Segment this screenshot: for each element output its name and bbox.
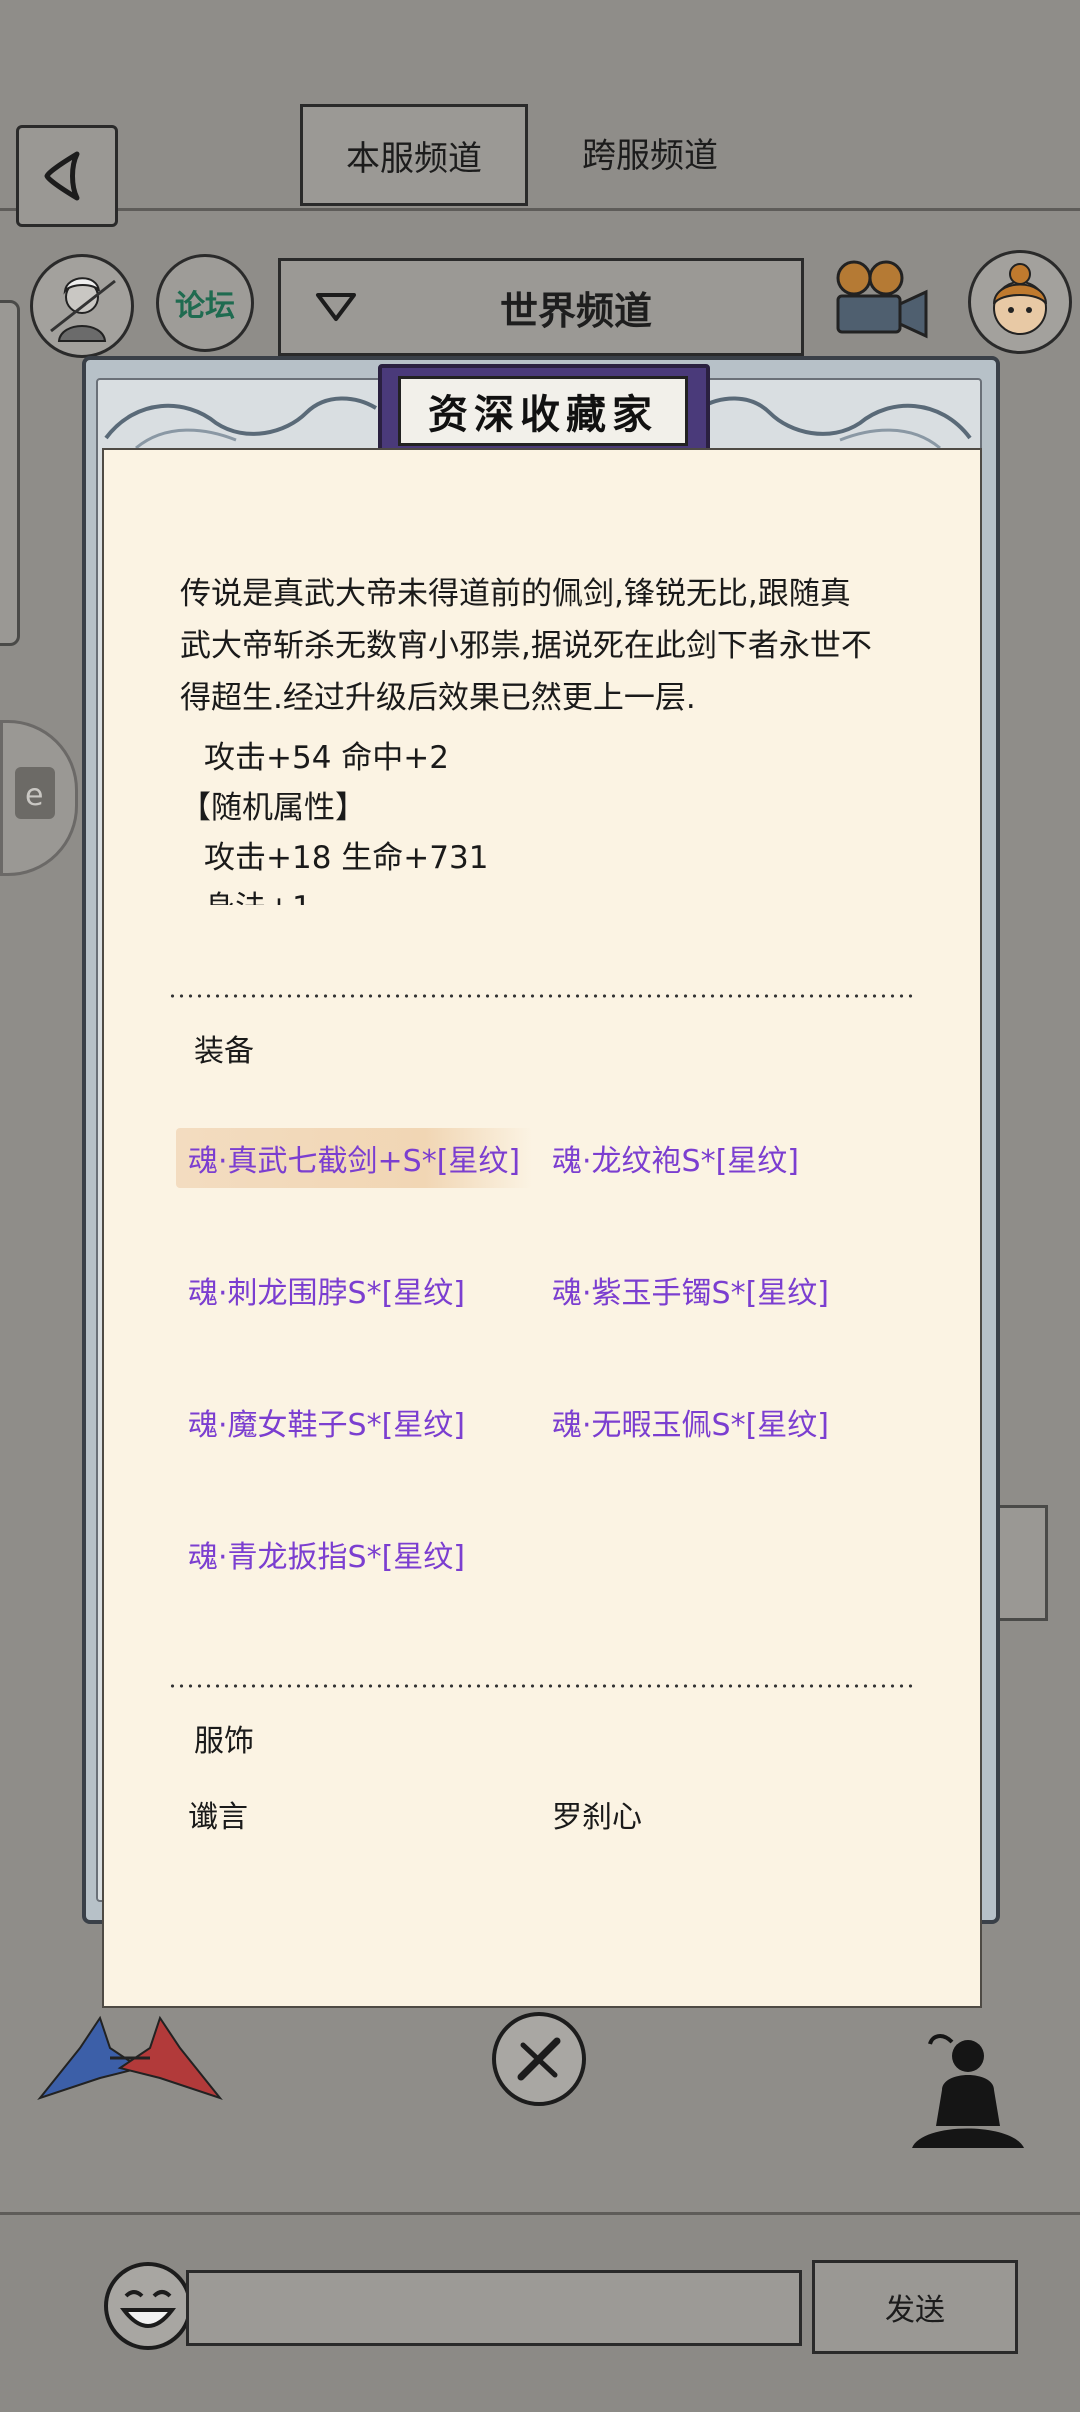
popup-title: 资深收藏家 bbox=[398, 376, 688, 446]
random-attr-header: 【随机属性】 bbox=[180, 790, 366, 826]
meditating-figure-icon bbox=[912, 2034, 1024, 2148]
equipment-item[interactable]: 魂·龙纹袍S*[星纹] bbox=[540, 1128, 811, 1188]
close-sword-icon bbox=[517, 2037, 561, 2081]
tab-cross-server[interactable]: 跨服频道 bbox=[560, 104, 740, 200]
equipment-item[interactable]: 魂·无暇玉佩S*[星纹] bbox=[540, 1392, 841, 1452]
svg-text:e: e bbox=[25, 778, 43, 813]
back-button[interactable] bbox=[16, 125, 118, 227]
user-avatar[interactable] bbox=[968, 250, 1072, 354]
tab-local-server[interactable]: 本服频道 bbox=[300, 104, 528, 206]
chat-message-input[interactable] bbox=[186, 2270, 802, 2346]
swordsman-avatar-icon bbox=[50, 277, 116, 342]
close-button[interactable] bbox=[492, 2012, 586, 2106]
video-button[interactable] bbox=[826, 256, 936, 346]
meditate-button[interactable] bbox=[902, 2030, 1032, 2160]
equipment-item[interactable]: 魂·紫玉手镯S*[星纹] bbox=[540, 1260, 841, 1320]
dropdown-triangle-icon bbox=[316, 293, 356, 321]
bottom-divider bbox=[0, 2212, 1080, 2215]
channel-label: 世界频道 bbox=[499, 288, 652, 333]
outfit-item[interactable]: 罗刹心 bbox=[552, 1792, 642, 1836]
equipment-item[interactable]: 魂·魔女鞋子S*[星纹] bbox=[176, 1392, 477, 1452]
outfit-section-label: 服饰 bbox=[194, 1724, 254, 1759]
random-stats-line-2: 身法+1 bbox=[180, 883, 880, 905]
equipment-item[interactable]: 魂·刺龙围脖S*[星纹] bbox=[176, 1260, 477, 1320]
emoji-button[interactable] bbox=[100, 2258, 196, 2354]
equipment-item[interactable]: 魂·青龙扳指S*[星纹] bbox=[176, 1524, 477, 1584]
channel-dropdown[interactable]: 世界频道 bbox=[278, 258, 804, 356]
item-stats: 攻击+54 命中+2 【随机属性】 攻击+18 生命+731 身法+1 bbox=[180, 733, 880, 905]
forum-button[interactable]: 论坛 bbox=[156, 254, 254, 352]
random-stats-line-1: 攻击+18 生命+731 bbox=[204, 840, 489, 876]
left-panel-stub bbox=[0, 300, 20, 646]
outfit-item[interactable]: 谶言 bbox=[188, 1792, 248, 1836]
laughing-face-icon bbox=[104, 2262, 192, 2350]
back-arrow-icon bbox=[44, 151, 80, 201]
left-side-tab[interactable]: e bbox=[0, 720, 78, 876]
movie-camera-icon bbox=[836, 260, 928, 339]
base-stats: 攻击+54 命中+2 bbox=[204, 740, 449, 776]
fighters-icon bbox=[37, 2015, 223, 2101]
player-avatar[interactable] bbox=[30, 254, 134, 358]
pvp-button[interactable] bbox=[30, 2008, 230, 2108]
equipment-item[interactable]: 魂·真武七截剑+S*[星纹] bbox=[176, 1128, 533, 1188]
girl-avatar-icon bbox=[993, 263, 1047, 335]
equipment-section-label: 装备 bbox=[194, 1034, 254, 1069]
side-tab-icon: e bbox=[15, 767, 55, 819]
send-button[interactable]: 发送 bbox=[812, 2260, 1018, 2354]
dotted-divider bbox=[168, 994, 914, 998]
dotted-divider bbox=[168, 1684, 914, 1688]
forum-label: 论坛 bbox=[175, 289, 235, 324]
item-description: 传说是真武大帝未得道前的佩剑,锋锐无比,跟随真武大帝斩杀无数宵小邪祟,据说死在此… bbox=[180, 576, 872, 716]
top-divider bbox=[0, 208, 1080, 211]
